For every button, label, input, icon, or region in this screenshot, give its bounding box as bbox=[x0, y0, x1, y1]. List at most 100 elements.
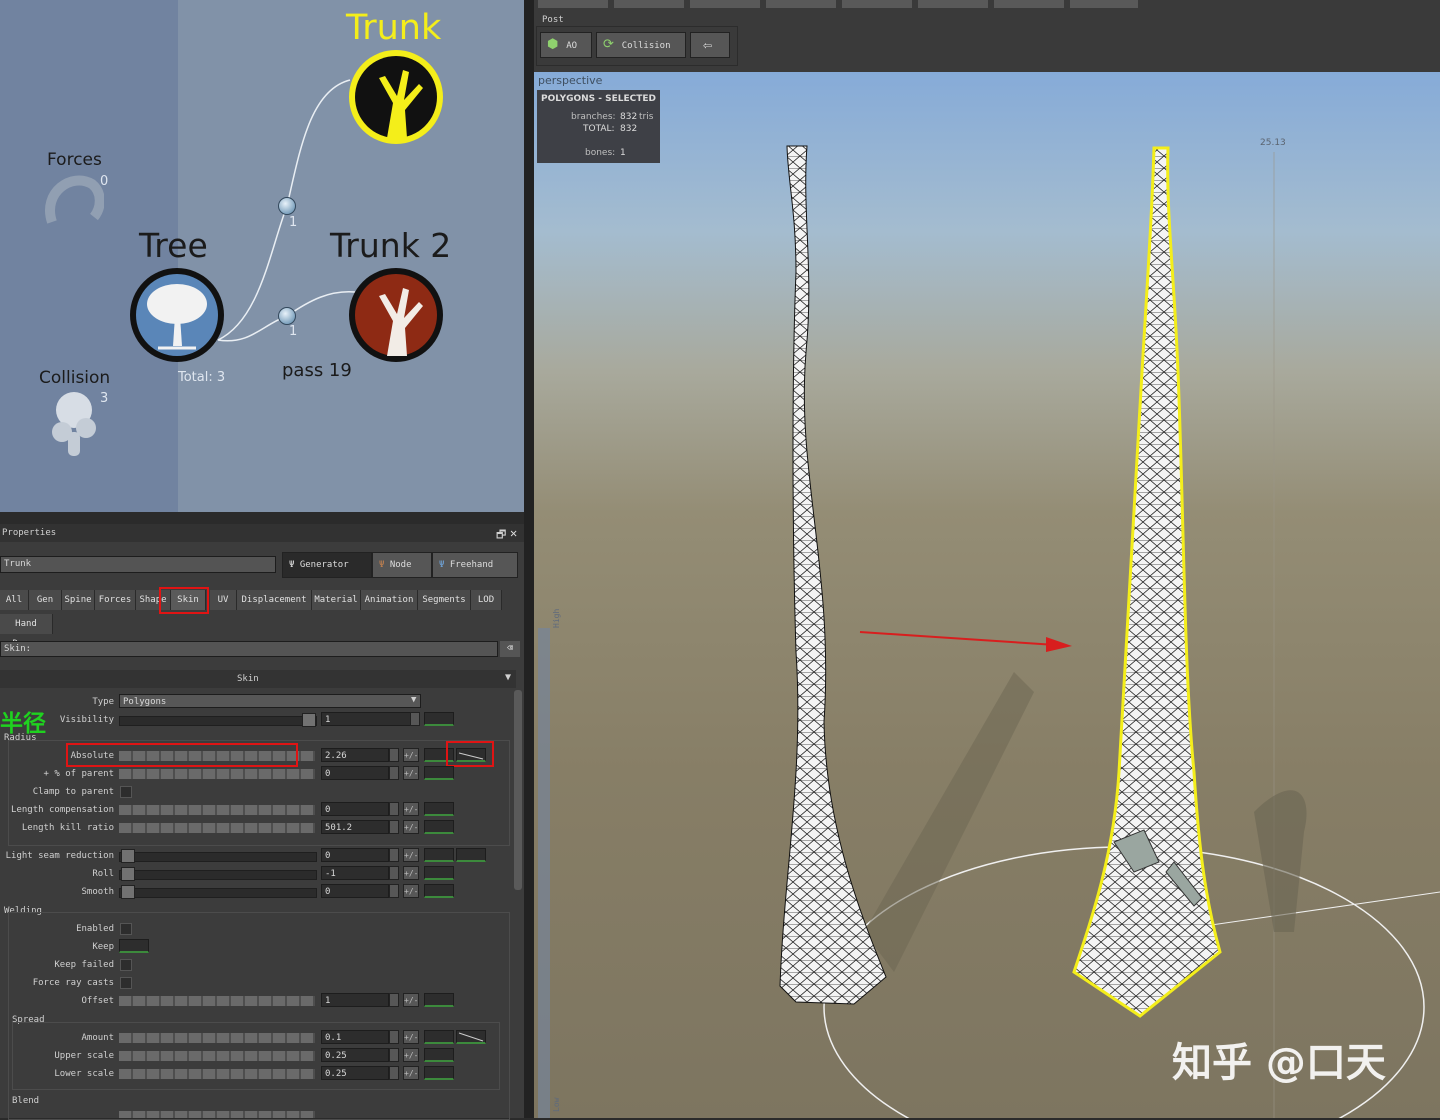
light-seam-handle[interactable] bbox=[121, 849, 135, 863]
keep-curve[interactable] bbox=[119, 939, 149, 953]
tab-forces[interactable]: Forces bbox=[95, 590, 136, 610]
force-ray-checkbox[interactable] bbox=[120, 977, 132, 989]
node-name-field[interactable]: Trunk bbox=[0, 556, 276, 573]
back-arrow-button[interactable]: ⇦ bbox=[690, 32, 730, 58]
length-kill-slider[interactable] bbox=[119, 823, 315, 833]
tab-lod[interactable]: LOD bbox=[471, 590, 502, 610]
collision-node[interactable] bbox=[48, 388, 104, 460]
properties-scrollbar[interactable] bbox=[514, 690, 522, 890]
panel-splitter[interactable] bbox=[524, 0, 534, 1118]
amount-curve-b[interactable] bbox=[456, 1030, 486, 1044]
visibility-slider[interactable] bbox=[119, 716, 317, 726]
amount-slider[interactable] bbox=[119, 1033, 315, 1043]
pct-parent-spinner[interactable] bbox=[389, 766, 399, 780]
upper-scale-value[interactable]: 0.25 bbox=[321, 1048, 389, 1062]
lower-scale-value[interactable]: 0.25 bbox=[321, 1066, 389, 1080]
absolute-value[interactable]: 2.26 bbox=[321, 748, 389, 762]
pct-parent-curve[interactable] bbox=[424, 766, 454, 780]
roll-value[interactable]: -1 bbox=[321, 866, 389, 880]
collapse-chevron-icon[interactable]: ▼ bbox=[505, 672, 511, 683]
smooth-spinner[interactable] bbox=[389, 884, 399, 898]
forces-node[interactable] bbox=[42, 172, 105, 240]
visibility-value[interactable]: 1 bbox=[321, 712, 411, 726]
tab-animation[interactable]: Animation bbox=[361, 590, 418, 610]
light-seam-pm-button[interactable]: +/- bbox=[403, 848, 419, 862]
visibility-curve[interactable] bbox=[424, 712, 454, 726]
length-comp-pm-button[interactable]: +/- bbox=[403, 802, 419, 816]
smooth-pm-button[interactable]: +/- bbox=[403, 884, 419, 898]
light-seam-value[interactable]: 0 bbox=[321, 848, 389, 862]
amount-spinner[interactable] bbox=[389, 1030, 399, 1044]
link-port-1[interactable] bbox=[278, 197, 296, 215]
lower-scale-curve[interactable] bbox=[424, 1066, 454, 1080]
filter-field[interactable]: Skin: bbox=[0, 641, 498, 657]
absolute-pm-button[interactable]: +/- bbox=[403, 748, 419, 762]
tab-spine[interactable]: Spine bbox=[62, 590, 95, 610]
clamp-checkbox[interactable] bbox=[120, 786, 132, 798]
light-seam-slider[interactable] bbox=[119, 852, 317, 862]
absolute-spinner[interactable] bbox=[389, 748, 399, 762]
tab-material[interactable]: Material bbox=[312, 590, 361, 610]
float-icon[interactable]: 🗗 bbox=[496, 526, 506, 545]
length-kill-pm-button[interactable]: +/- bbox=[403, 820, 419, 834]
upper-scale-pm-button[interactable]: +/- bbox=[403, 1048, 419, 1062]
light-seam-curve-a[interactable] bbox=[424, 848, 454, 862]
mode-node-button[interactable]: Ψ Node bbox=[372, 552, 432, 578]
link-port-2[interactable] bbox=[278, 307, 296, 325]
offset-spinner[interactable] bbox=[389, 993, 399, 1007]
visibility-spinner[interactable] bbox=[410, 712, 420, 726]
top-toolbar-strip[interactable] bbox=[538, 0, 1138, 8]
mode-freehand-button[interactable]: Ψ Freehand bbox=[432, 552, 518, 578]
height-ruler[interactable] bbox=[538, 628, 550, 1118]
lower-scale-spinner[interactable] bbox=[389, 1066, 399, 1080]
roll-curve[interactable] bbox=[424, 866, 454, 880]
tree-node[interactable] bbox=[128, 266, 226, 364]
length-comp-spinner[interactable] bbox=[389, 802, 399, 816]
tab-segments[interactable]: Segments bbox=[418, 590, 471, 610]
tab-displacement[interactable]: Displacement bbox=[237, 590, 312, 610]
length-kill-value[interactable]: 501.2 bbox=[321, 820, 389, 834]
type-dropdown[interactable]: Polygons bbox=[119, 694, 421, 708]
pct-parent-pm-button[interactable]: +/- bbox=[403, 766, 419, 780]
amount-value[interactable]: 0.1 bbox=[321, 1030, 389, 1044]
amount-pm-button[interactable]: +/- bbox=[403, 1030, 419, 1044]
smooth-curve[interactable] bbox=[424, 884, 454, 898]
tab-uv[interactable]: UV bbox=[210, 590, 237, 610]
length-comp-value[interactable]: 0 bbox=[321, 802, 389, 816]
smooth-slider[interactable] bbox=[119, 888, 317, 898]
clear-filter-icon[interactable]: ⌫ bbox=[500, 641, 520, 657]
amount-curve-a[interactable] bbox=[424, 1030, 454, 1044]
trunk-node[interactable] bbox=[347, 48, 445, 146]
upper-scale-slider[interactable] bbox=[119, 1051, 315, 1061]
keep-failed-checkbox[interactable] bbox=[120, 959, 132, 971]
pct-parent-value[interactable]: 0 bbox=[321, 766, 389, 780]
3d-viewport[interactable]: perspective 25.13 High Low bbox=[534, 72, 1440, 1118]
smooth-handle[interactable] bbox=[121, 885, 135, 899]
mode-generator-button[interactable]: Ψ Generator bbox=[282, 552, 372, 578]
length-kill-spinner[interactable] bbox=[389, 820, 399, 834]
tree-mesh-right-selected[interactable] bbox=[1072, 146, 1222, 1018]
trunk-2-node[interactable] bbox=[347, 266, 445, 364]
offset-slider[interactable] bbox=[119, 996, 315, 1006]
lower-scale-pm-button[interactable]: +/- bbox=[403, 1066, 419, 1080]
light-seam-spinner[interactable] bbox=[389, 848, 399, 862]
offset-value[interactable]: 1 bbox=[321, 993, 389, 1007]
node-graph[interactable]: Trunk Forces 0 Tree Total: 3 1 1 Trunk 2… bbox=[0, 0, 524, 512]
smooth-value[interactable]: 0 bbox=[321, 884, 389, 898]
tab-gen[interactable]: Gen bbox=[29, 590, 62, 610]
blend-slider[interactable] bbox=[119, 1111, 315, 1118]
ao-button[interactable]: ⬢ AO bbox=[540, 32, 592, 58]
close-icon[interactable]: ✕ bbox=[510, 526, 517, 540]
light-seam-curve-b[interactable] bbox=[456, 848, 486, 862]
visibility-slider-handle[interactable] bbox=[302, 713, 316, 727]
pct-parent-slider[interactable] bbox=[119, 769, 315, 779]
roll-slider[interactable] bbox=[119, 870, 317, 880]
upper-scale-curve[interactable] bbox=[424, 1048, 454, 1062]
roll-pm-button[interactable]: +/- bbox=[403, 866, 419, 880]
length-comp-curve[interactable] bbox=[424, 802, 454, 816]
collision-button[interactable]: ⟳ Collision bbox=[596, 32, 686, 58]
offset-pm-button[interactable]: +/- bbox=[403, 993, 419, 1007]
roll-handle[interactable] bbox=[121, 867, 135, 881]
upper-scale-spinner[interactable] bbox=[389, 1048, 399, 1062]
tab-hand-drawn[interactable]: Hand Drawn bbox=[0, 614, 53, 649]
